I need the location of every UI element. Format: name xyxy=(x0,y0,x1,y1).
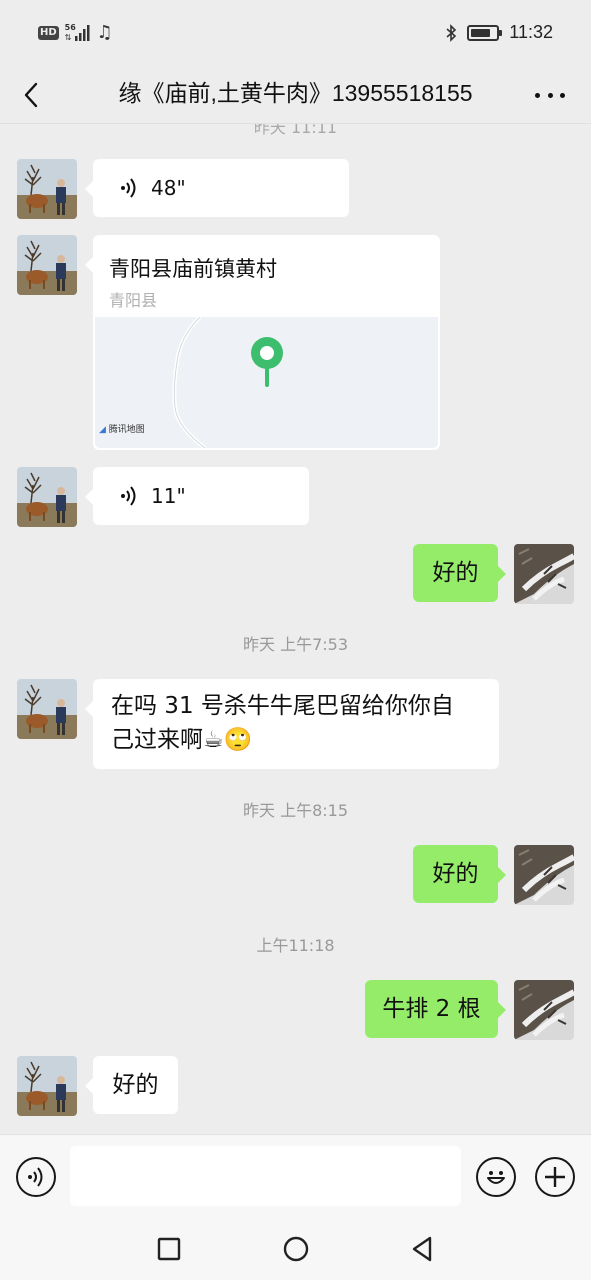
map-brand-label: 腾讯地图 xyxy=(108,425,145,435)
text-message-incoming[interactable]: 好的 xyxy=(85,1056,178,1114)
avatar-contact[interactable] xyxy=(17,159,77,219)
avatar-image xyxy=(514,845,574,905)
message-text: 好的 xyxy=(112,1072,159,1098)
avatar-image xyxy=(514,980,574,1040)
voice-wave-icon xyxy=(121,178,136,198)
smiley-glyph xyxy=(487,1171,505,1184)
music-icon: ♫ xyxy=(96,22,113,43)
chat-title: 缘《庙前,土黄牛肉》13955518155 xyxy=(118,80,473,106)
text-message-outgoing[interactable]: 牛排 2 根 xyxy=(365,980,506,1038)
battery-icon xyxy=(467,24,503,41)
avatar-contact[interactable] xyxy=(17,467,77,527)
voice-wave-glyph xyxy=(28,1167,43,1187)
message-input[interactable] xyxy=(70,1146,461,1206)
tencent-map-icon: ◢ xyxy=(99,425,106,435)
status-left: HD 56 ⇅ ♫ xyxy=(38,22,113,43)
map-brand: ◢ 腾讯地图 xyxy=(99,414,145,446)
eye-roll-emoji-icon: 🙄 xyxy=(223,727,253,753)
home-icon[interactable] xyxy=(281,1234,311,1264)
text-message-outgoing[interactable]: 好的 xyxy=(413,544,506,602)
chat-header: 缘《庙前,土黄牛肉》13955518155 xyxy=(0,66,591,124)
message-list[interactable]: 昨天 11:11 48" 青阳县庙前镇黄村 青阳县 ◢ 腾讯地图 11" 好的 … xyxy=(0,124,591,1134)
back-arrow-icon[interactable] xyxy=(20,78,44,112)
avatar-contact[interactable] xyxy=(17,1056,77,1116)
text-message-incoming[interactable]: 在吗 31 号杀牛牛尾巴留给你你自 己过来啊☕🙄 xyxy=(85,679,499,769)
avatar-image xyxy=(514,544,574,604)
avatar-self[interactable] xyxy=(514,544,574,604)
timestamp-peek: 昨天 11:11 xyxy=(253,124,338,137)
timestamp: 上午11:18 xyxy=(256,936,335,955)
coffee-emoji-icon: ☕ xyxy=(203,727,224,753)
avatar-self[interactable] xyxy=(514,845,574,905)
location-subtitle: 青阳县 xyxy=(109,291,158,310)
voice-duration: 11" xyxy=(151,484,186,508)
input-bar xyxy=(0,1134,591,1218)
clock: 11:32 xyxy=(509,22,553,42)
more-icon[interactable] xyxy=(535,80,565,110)
avatar-self[interactable] xyxy=(514,980,574,1040)
message-text: 好的 xyxy=(432,560,479,586)
back-icon[interactable] xyxy=(407,1234,437,1264)
location-map[interactable]: ◢ 腾讯地图 xyxy=(95,317,438,448)
avatar-image xyxy=(17,159,77,219)
timestamp: 昨天 上午8:15 xyxy=(242,801,349,820)
message-text: 好的 xyxy=(432,861,479,887)
voice-wave-icon xyxy=(121,486,136,506)
data-arrows-icon: ⇅ xyxy=(64,32,72,42)
recent-apps-icon[interactable] xyxy=(154,1234,184,1264)
battery-fill xyxy=(471,28,491,37)
plus-glyph xyxy=(545,1167,565,1187)
text-message-outgoing[interactable]: 好的 xyxy=(413,845,506,903)
message-text-line1: 在吗 31 号杀牛牛尾巴留给你你自 xyxy=(111,693,454,719)
location-title: 青阳县庙前镇黄村 xyxy=(109,257,277,281)
plus-icon[interactable] xyxy=(535,1157,575,1197)
message-text: 牛排 2 根 xyxy=(382,996,481,1022)
avatar-contact[interactable] xyxy=(17,235,77,295)
avatar-image xyxy=(17,235,77,295)
emoji-icon[interactable] xyxy=(476,1157,516,1197)
status-bar: HD 56 ⇅ ♫ 11:32 xyxy=(0,0,591,66)
signal-icon: 56 ⇅ xyxy=(65,23,91,43)
timestamp: 昨天 上午7:53 xyxy=(242,635,349,654)
signal-bars-icon xyxy=(74,24,90,41)
status-right: 11:32 xyxy=(445,22,553,43)
location-message[interactable]: 青阳县庙前镇黄村 青阳县 ◢ 腾讯地图 xyxy=(85,235,440,450)
voice-input-icon[interactable] xyxy=(16,1157,56,1197)
avatar-image xyxy=(17,467,77,527)
voice-message[interactable]: 48" xyxy=(85,159,349,217)
voice-message[interactable]: 11" xyxy=(85,467,309,525)
avatar-image xyxy=(17,679,77,739)
avatar-image xyxy=(17,1056,77,1116)
bluetooth-icon xyxy=(446,23,457,42)
message-text-line2-wrap: 己过来啊☕🙄 xyxy=(111,723,485,757)
map-pin-icon xyxy=(251,337,283,387)
system-nav-bar xyxy=(0,1218,591,1280)
voice-duration: 48" xyxy=(151,176,186,200)
hd-icon: HD xyxy=(38,25,59,40)
message-text-line2: 己过来啊 xyxy=(111,727,203,753)
avatar-contact[interactable] xyxy=(17,679,77,739)
